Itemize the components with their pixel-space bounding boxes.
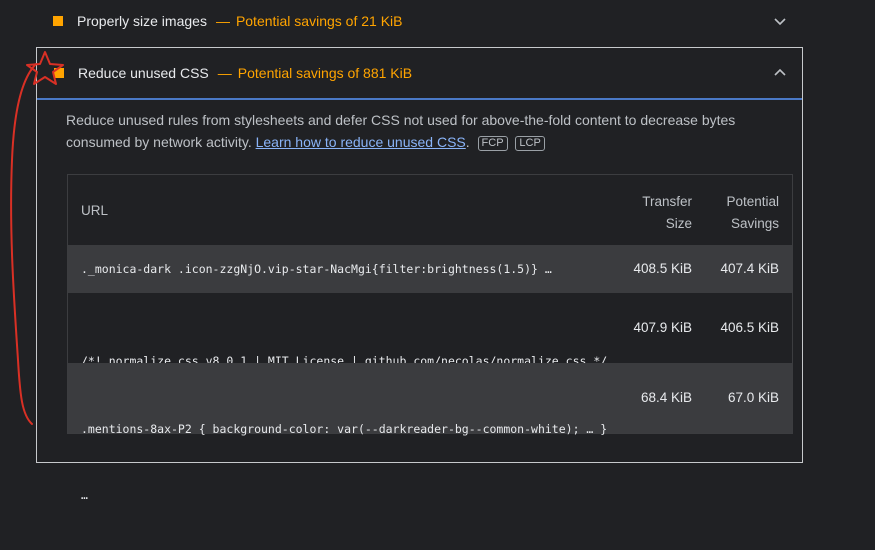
- header-line: Potential: [726, 194, 779, 209]
- warning-square-icon: [53, 16, 63, 26]
- table-row[interactable]: .mentions-8ax-P2 { background-color: var…: [68, 363, 792, 502]
- fcp-badge: FCP: [477, 136, 508, 151]
- chevron-down-icon[interactable]: [772, 13, 788, 29]
- unused-css-table: URL Transfer Size Potential Savings ._mo…: [67, 174, 793, 502]
- audit-savings: Potential savings of 881 KiB: [237, 65, 413, 81]
- row-potential-savings: 407.4 KiB: [720, 261, 779, 276]
- audit-title: Reduce unused CSS: [78, 65, 209, 81]
- audit-savings: Potential savings of 21 KiB: [235, 13, 403, 29]
- row-transfer-size: 408.5 KiB: [633, 261, 692, 276]
- column-header-transfer-size: Transfer Size: [642, 191, 692, 235]
- audit-properly-size-images[interactable]: Properly size images — Potential savings…: [36, 8, 802, 34]
- audit-reduce-unused-css: Reduce unused CSS — Potential savings of…: [36, 47, 803, 502]
- column-header-url: URL: [81, 203, 109, 218]
- table-row[interactable]: /*! normalize.css v8.0.1 | MIT License |…: [68, 293, 792, 434]
- audit-title: Properly size images: [77, 13, 207, 29]
- row-potential-savings: 67.0 KiB: [727, 390, 779, 405]
- warning-square-icon: [54, 68, 64, 78]
- annotation-curve: [10, 63, 37, 425]
- column-header-potential-savings: Potential Savings: [726, 191, 779, 235]
- row-potential-savings: 406.5 KiB: [720, 320, 779, 335]
- description-period: .: [465, 134, 470, 150]
- table-header: URL Transfer Size Potential Savings: [68, 175, 792, 245]
- header-line: Size: [665, 216, 692, 231]
- header-line: Transfer: [642, 194, 692, 209]
- audit-header[interactable]: Reduce unused CSS — Potential savings of…: [37, 48, 802, 100]
- row-transfer-size: 407.9 KiB: [633, 320, 692, 335]
- url-line: …: [81, 488, 88, 502]
- chevron-up-icon[interactable]: [772, 65, 788, 81]
- row-url: .mentions-8ax-P2 { background-color: var…: [81, 374, 607, 550]
- learn-more-link[interactable]: Learn how to reduce unused CSS: [256, 134, 466, 150]
- row-url: ._monica-dark .icon-zzgNjO.vip-star-NacM…: [81, 258, 552, 280]
- lcp-badge: LCP: [515, 136, 545, 151]
- audit-dash: —: [215, 13, 230, 29]
- row-transfer-size: 68.4 KiB: [640, 390, 692, 405]
- table-row[interactable]: ._monica-dark .icon-zzgNjO.vip-star-NacM…: [68, 245, 792, 293]
- url-line: .mentions-8ax-P2 { background-color: var…: [81, 422, 608, 436]
- audit-dash: —: [217, 65, 232, 81]
- audit-description: Reduce unused rules from stylesheets and…: [66, 109, 794, 153]
- url-line: ._monica-dark .icon-zzgNjO.vip-star-NacM…: [81, 262, 552, 276]
- header-line: Savings: [730, 216, 779, 231]
